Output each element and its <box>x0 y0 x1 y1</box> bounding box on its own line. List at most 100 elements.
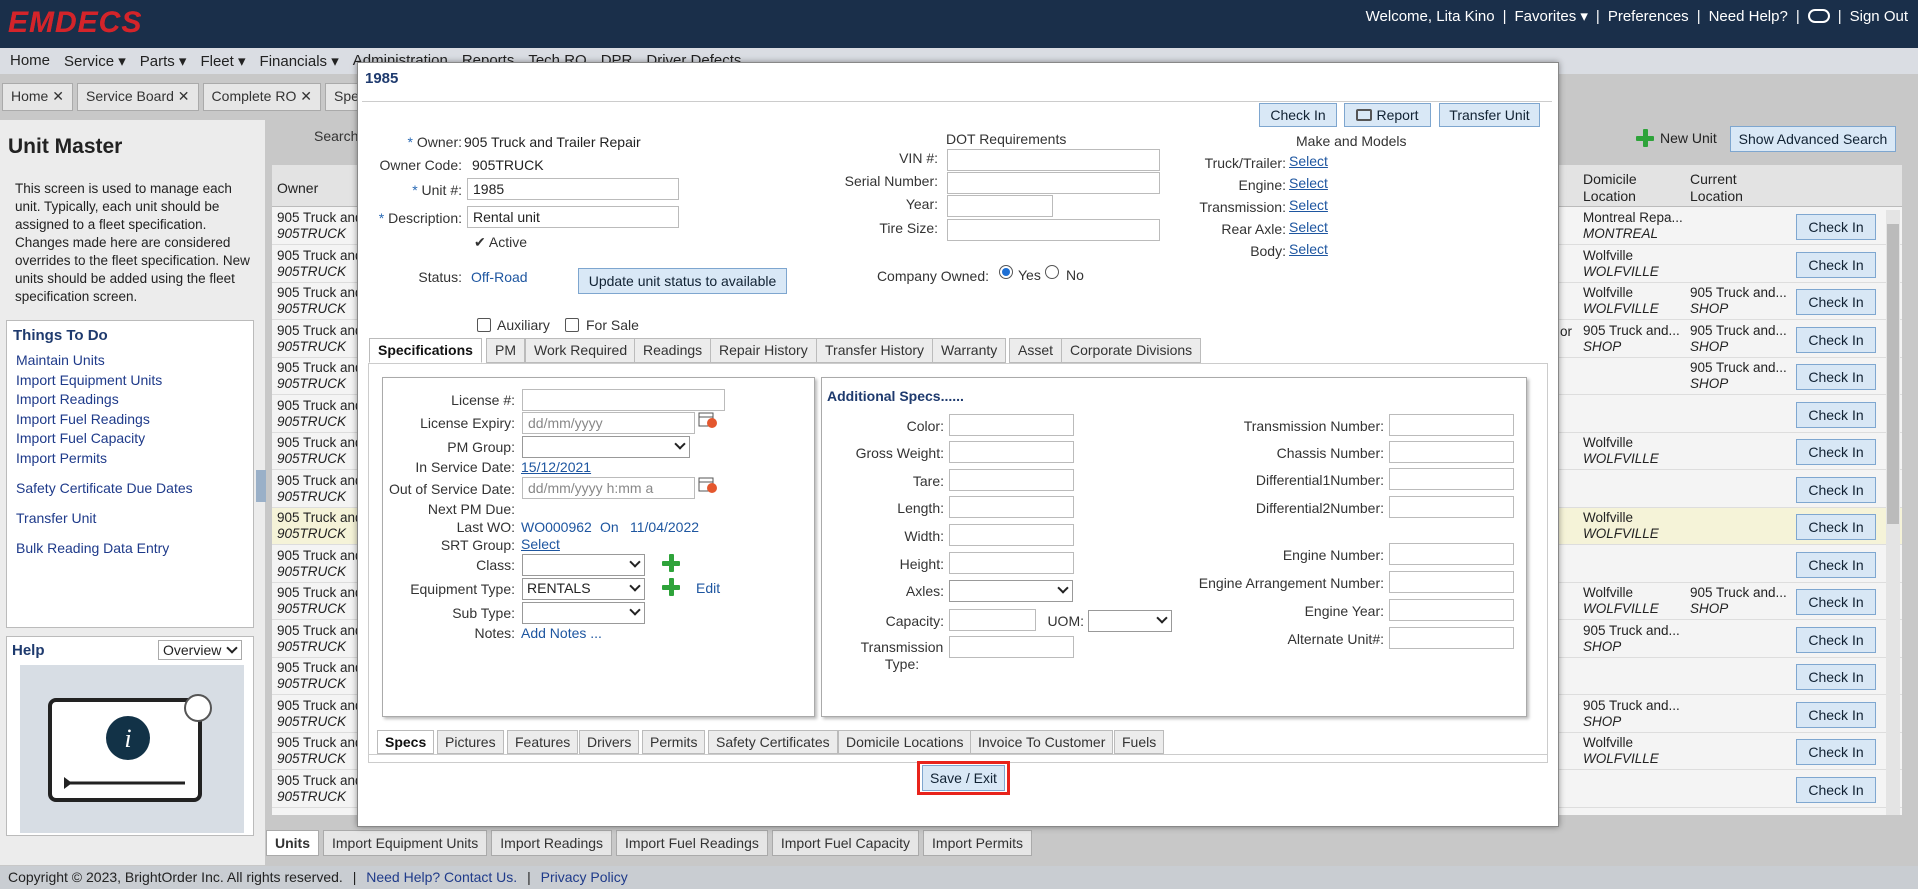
todo-maintain-units[interactable]: Maintain Units <box>16 352 105 368</box>
in-service-date-link[interactable]: 15/12/2021 <box>521 459 591 475</box>
axles-select[interactable] <box>949 580 1073 602</box>
row-check-in-button[interactable]: Check In <box>1796 439 1876 465</box>
class-select[interactable] <box>522 554 645 576</box>
tab-asset[interactable]: Asset <box>1009 338 1063 363</box>
preferences-link[interactable]: Preferences <box>1608 8 1689 25</box>
transmission-number-input[interactable] <box>1389 414 1514 436</box>
license-input[interactable] <box>522 389 725 411</box>
subtab-specs[interactable]: Specs <box>377 730 435 754</box>
tab-import-fuel-capacity[interactable]: Import Fuel Capacity <box>771 830 920 856</box>
update-status-button[interactable]: Update unit status to available <box>578 268 787 294</box>
for-sale-checkbox[interactable] <box>565 318 579 332</box>
need-help-link[interactable]: Need Help? <box>1709 8 1788 25</box>
tab-pm[interactable]: PM <box>486 338 525 363</box>
add-class-icon[interactable] <box>662 554 680 572</box>
privacy-link[interactable]: Privacy Policy <box>541 869 628 885</box>
alternate-unit-input[interactable] <box>1389 627 1514 649</box>
row-check-in-button[interactable]: Check In <box>1796 776 1876 803</box>
save-exit-button[interactable]: Save / Exit <box>922 765 1005 791</box>
menu-parts[interactable]: Parts ▾ <box>140 52 187 70</box>
favorites-menu[interactable]: Favorites ▾ <box>1515 7 1588 25</box>
row-check-in-button[interactable]: Check In <box>1796 514 1876 540</box>
company-owned-yes-radio[interactable] <box>999 265 1013 279</box>
rear-axle-select-link[interactable]: Select <box>1289 219 1328 235</box>
differential2-number-input[interactable] <box>1389 496 1514 518</box>
emdecs-logo[interactable]: EMDECS <box>8 6 142 40</box>
tab-corporate-divisions[interactable]: Corporate Divisions <box>1061 338 1202 363</box>
row-check-in-button[interactable]: Check In <box>1796 551 1876 578</box>
menu-service[interactable]: Service ▾ <box>64 52 126 70</box>
width-input[interactable] <box>949 524 1074 546</box>
out-of-service-date-input[interactable]: dd/mm/yyyy h:mm a <box>522 477 695 499</box>
page-tab-home[interactable]: Home ✕ <box>2 83 73 111</box>
tab-import-permits[interactable]: Import Permits <box>923 830 1033 856</box>
capacity-input[interactable] <box>949 609 1036 631</box>
report-button[interactable]: Report <box>1344 103 1431 127</box>
todo-safety-certificate-due-dates[interactable]: Safety Certificate Due Dates <box>16 480 193 496</box>
height-input[interactable] <box>949 552 1074 574</box>
new-unit-icon[interactable] <box>1636 129 1654 147</box>
row-check-in-button[interactable]: Check In <box>1796 214 1876 240</box>
engine-year-input[interactable] <box>1389 599 1514 621</box>
sign-out-link[interactable]: Sign Out <box>1850 8 1908 25</box>
active-checkbox[interactable]: ✔ Active <box>474 234 527 251</box>
new-unit-link[interactable]: New Unit <box>1660 130 1717 146</box>
tab-import-equipment-units[interactable]: Import Equipment Units <box>323 830 488 856</box>
equipment-type-select[interactable]: RENTALS <box>522 578 645 600</box>
row-check-in-button[interactable]: Check In <box>1796 251 1876 278</box>
uom-select[interactable] <box>1088 610 1172 632</box>
row-check-in-button[interactable]: Check In <box>1796 739 1876 765</box>
todo-import-readings[interactable]: Import Readings <box>16 391 119 407</box>
todo-transfer-unit[interactable]: Transfer Unit <box>16 510 96 526</box>
tab-warranty[interactable]: Warranty <box>932 338 1007 363</box>
subtab-features[interactable]: Features <box>507 730 579 754</box>
todo-import-fuel-capacity[interactable]: Import Fuel Capacity <box>16 430 145 446</box>
page-tab-complete-ro[interactable]: Complete RO ✕ <box>202 83 321 111</box>
tab-repair-history[interactable]: Repair History <box>710 338 817 363</box>
auxiliary-checkbox[interactable] <box>477 318 491 332</box>
subtab-fuels[interactable]: Fuels <box>1114 730 1165 754</box>
serial-number-input[interactable] <box>947 172 1160 194</box>
chat-icon[interactable] <box>1807 9 1830 23</box>
row-check-in-button[interactable]: Check In <box>1796 326 1876 353</box>
todo-import-equipment-units[interactable]: Import Equipment Units <box>16 372 162 388</box>
row-check-in-button[interactable]: Check In <box>1796 626 1876 653</box>
tab-import-fuel-readings[interactable]: Import Fuel Readings <box>616 830 768 856</box>
edit-equipment-type-link[interactable]: Edit <box>696 580 720 596</box>
row-check-in-button[interactable]: Check In <box>1796 476 1876 503</box>
subtab-invoice-to-customer[interactable]: Invoice To Customer <box>970 730 1114 754</box>
calendar-icon[interactable] <box>698 411 718 429</box>
row-check-in-button[interactable]: Check In <box>1796 364 1876 390</box>
page-tab-service-board[interactable]: Service Board ✕ <box>76 83 199 111</box>
tab-readings[interactable]: Readings <box>634 338 712 363</box>
row-check-in-button[interactable]: Check In <box>1796 589 1876 615</box>
tire-size-input[interactable] <box>947 219 1160 241</box>
description-input[interactable]: Rental unit <box>467 206 679 228</box>
tab-units[interactable]: Units <box>266 830 319 856</box>
engine-select-link[interactable]: Select <box>1289 175 1328 191</box>
add-equipment-type-icon[interactable] <box>662 578 680 596</box>
body-select-link[interactable]: Select <box>1289 241 1328 257</box>
engine-number-input[interactable] <box>1389 543 1514 565</box>
pm-group-select[interactable] <box>522 436 690 458</box>
row-check-in-button[interactable]: Check In <box>1796 701 1876 728</box>
row-check-in-button[interactable]: Check In <box>1796 401 1876 428</box>
add-notes-link[interactable]: Add Notes ... <box>521 625 602 641</box>
transmission-type-input[interactable] <box>949 636 1074 658</box>
tab-specifications[interactable]: Specifications <box>369 338 482 363</box>
chassis-number-input[interactable] <box>1389 441 1514 463</box>
last-wo-link[interactable]: WO000962 <box>521 519 592 535</box>
vin-input[interactable] <box>947 149 1160 171</box>
tab-work-required[interactable]: Work Required <box>525 338 637 363</box>
calendar-icon[interactable] <box>698 476 718 494</box>
unit-number-input[interactable]: 1985 <box>467 178 679 200</box>
todo-import-fuel-readings[interactable]: Import Fuel Readings <box>16 411 150 427</box>
todo-import-permits[interactable]: Import Permits <box>16 450 107 466</box>
tab-import-readings[interactable]: Import Readings <box>491 830 613 856</box>
menu-fleet[interactable]: Fleet ▾ <box>200 52 245 70</box>
license-expiry-input[interactable]: dd/mm/yyyy <box>522 412 695 434</box>
gross-weight-input[interactable] <box>949 441 1074 463</box>
check-in-button[interactable]: Check In <box>1259 103 1337 127</box>
menu-financials[interactable]: Financials ▾ <box>260 52 339 70</box>
tare-input[interactable] <box>949 469 1074 491</box>
